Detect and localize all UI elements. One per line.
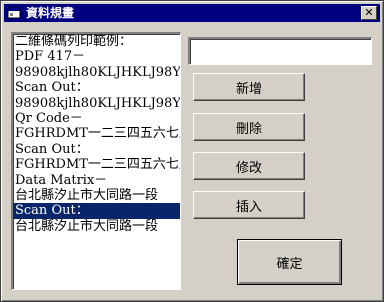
ok-button-label: 確定 xyxy=(276,256,303,272)
list-item[interactable]: Scan Out： xyxy=(13,80,180,95)
add-button-label: 新增 xyxy=(235,81,262,97)
modify-button[interactable]: 修改 xyxy=(193,152,305,180)
close-icon: ✕ xyxy=(364,6,374,19)
list-item[interactable]: 98908kjlh80KLJHKLJ98Y7HKJ xyxy=(13,96,180,111)
list-item[interactable]: PDF 417－ xyxy=(13,49,180,64)
list-item[interactable]: Data Matrix－ xyxy=(13,173,180,188)
app-icon xyxy=(7,7,21,19)
list-item[interactable]: FGHRDMT一二三四五六七八 xyxy=(13,157,180,172)
list-item[interactable]: 台北縣汐止市大同路一段 xyxy=(13,219,180,234)
ok-button[interactable]: 確定 xyxy=(237,239,342,285)
list-item[interactable]: 98908kjlh80KLJHKLJ98Y7HKJ xyxy=(13,65,180,80)
data-listbox[interactable]: 二維條碼列印範例：PDF 417－98908kjlh80KLJHKLJ98Y7H… xyxy=(11,32,181,290)
dialog-window: 資料規畫 ✕ 二維條碼列印範例： PDF 417－ 98908kjlh80KLJHK… xyxy=(0,0,384,302)
list-item[interactable]: Scan Out： xyxy=(13,203,180,219)
insert-button-label: 插入 xyxy=(235,199,262,215)
list-item[interactable]: 台北縣汐止市大同路一段 xyxy=(13,188,180,203)
entry-input[interactable] xyxy=(188,37,372,65)
delete-button[interactable]: 刪除 xyxy=(193,113,305,141)
window-title: 資料規畫 xyxy=(26,6,75,20)
modify-button-label: 修改 xyxy=(235,160,262,176)
insert-button[interactable]: 插入 xyxy=(193,191,305,219)
list-item[interactable]: 二維條碼列印範例： xyxy=(13,34,180,49)
list-item[interactable]: FGHRDMT一二三四五六七八 xyxy=(13,126,180,141)
list-item[interactable]: Qr Code－ xyxy=(13,111,180,126)
title-bar[interactable]: 資料規畫 ✕ xyxy=(4,4,380,22)
delete-button-label: 刪除 xyxy=(235,121,262,137)
close-button[interactable]: ✕ xyxy=(361,6,377,20)
add-button[interactable]: 新增 xyxy=(193,73,305,101)
list-item[interactable]: Scan Out： xyxy=(13,142,180,157)
list-items: 二維條碼列印範例：PDF 417－98908kjlh80KLJHKLJ98Y7H… xyxy=(13,34,180,234)
